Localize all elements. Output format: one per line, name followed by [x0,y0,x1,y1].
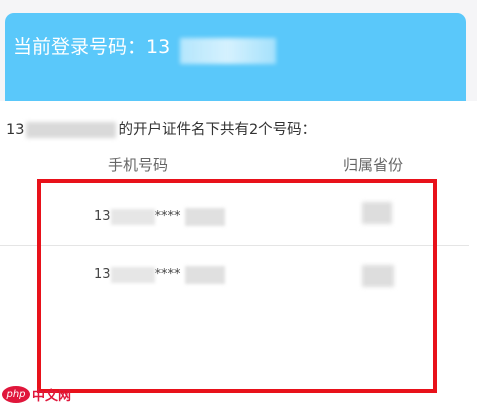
summary-text: 的开户证件名下共有2个号码： [118,122,317,138]
id-number-summary: 13 的开户证件名下共有2个号码： [6,120,316,140]
php-logo-icon: php [2,386,30,403]
current-login-label: 当前登录号码：13 [13,36,171,58]
site-watermark: php 中文网 [2,384,71,404]
watermark-site-text: 中文网 [32,389,72,404]
summary-prefix: 13 [6,122,25,138]
column-header-phone: 手机号码 [108,156,169,174]
column-header-province: 归属省份 [343,156,404,174]
current-login-number: 当前登录号码：13 [13,33,170,61]
summary-masked-number [26,122,117,138]
masked-login-number [180,38,276,64]
highlight-annotation-box [37,179,437,393]
